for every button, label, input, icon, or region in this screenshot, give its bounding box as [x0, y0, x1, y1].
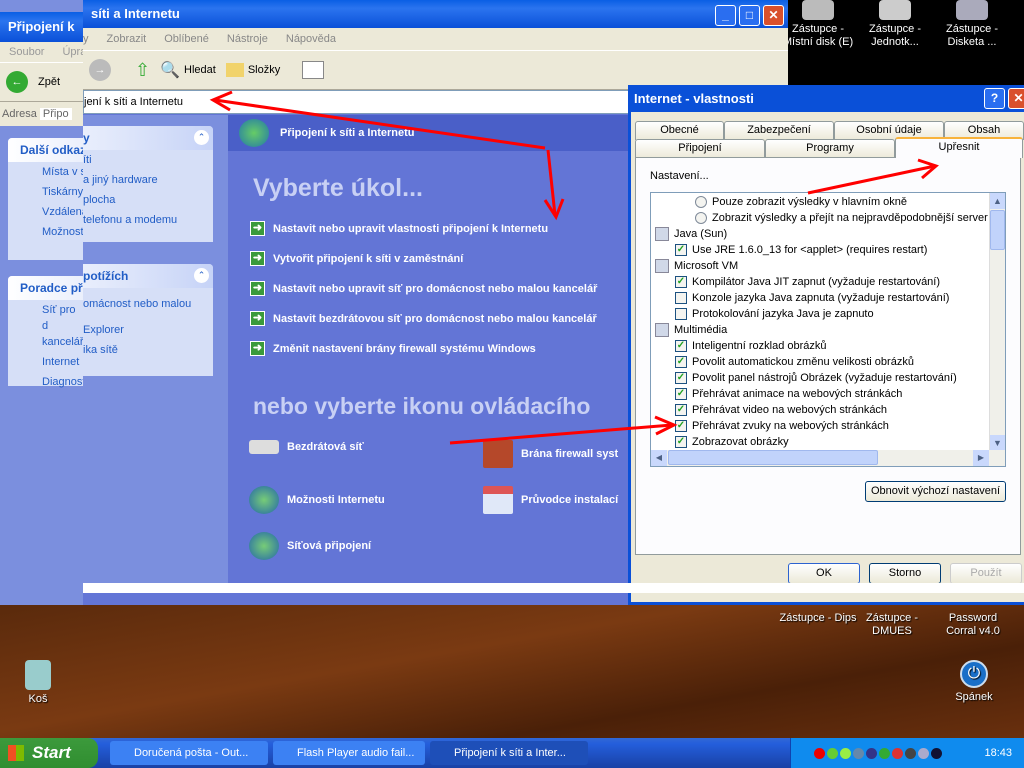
taskbar: Start Doručená pošta - Out... Flash Play… — [0, 738, 1024, 768]
wireless-tray-icon[interactable] — [931, 747, 942, 759]
shield-icon[interactable] — [827, 747, 838, 759]
clock: 18:43 — [984, 747, 1012, 759]
red-arrow-to-address — [214, 98, 546, 150]
windows-logo-icon — [8, 745, 24, 761]
annotation-arrows — [209, 90, 939, 445]
red-arrow-to-sound-option — [449, 423, 673, 445]
device-icon[interactable] — [853, 747, 864, 759]
red-s-icon[interactable] — [892, 747, 903, 759]
taskbar-item-network[interactable]: Připojení k síti a Inter... — [430, 741, 588, 765]
green-circle-icon[interactable] — [879, 747, 890, 759]
flower-icon[interactable] — [840, 747, 851, 759]
speaker-icon[interactable] — [918, 747, 929, 759]
system-tray: 18:43 — [790, 738, 1024, 768]
tab-advanced[interactable]: Upřesnit — [895, 137, 1023, 158]
opera-tray-icon[interactable] — [801, 748, 812, 759]
clock-app-icon[interactable] — [905, 747, 916, 759]
start-button[interactable]: Start — [0, 738, 98, 768]
taskbar-item-outlook[interactable]: Doručená pošta - Out... — [110, 741, 268, 765]
taskbar-item-opera[interactable]: Flash Player audio fail... — [273, 741, 425, 765]
network-icon[interactable] — [866, 747, 877, 759]
red-arrow-to-tab — [807, 164, 936, 195]
opera-icon[interactable] — [814, 747, 825, 759]
